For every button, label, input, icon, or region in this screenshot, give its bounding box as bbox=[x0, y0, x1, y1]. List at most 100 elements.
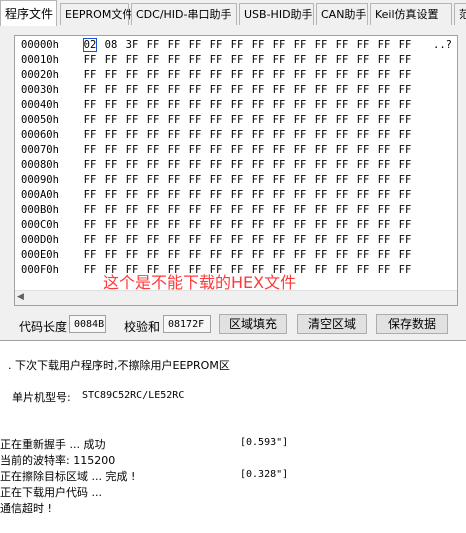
hex-byte[interactable]: FF bbox=[251, 83, 265, 98]
hex-byte[interactable]: FF bbox=[104, 158, 118, 173]
hex-byte[interactable]: FF bbox=[209, 128, 223, 143]
hex-byte[interactable]: FF bbox=[314, 143, 328, 158]
hex-byte[interactable]: FF bbox=[251, 158, 265, 173]
hex-byte[interactable]: FF bbox=[209, 158, 223, 173]
hex-byte[interactable]: FF bbox=[104, 113, 118, 128]
hex-byte[interactable]: FF bbox=[377, 233, 391, 248]
hex-byte[interactable]: FF bbox=[356, 68, 370, 83]
hex-byte[interactable]: FF bbox=[272, 173, 286, 188]
hex-byte[interactable]: FF bbox=[356, 203, 370, 218]
clear-area-button[interactable]: 清空区域 bbox=[297, 314, 367, 334]
hex-byte[interactable]: FF bbox=[83, 173, 97, 188]
hex-byte[interactable]: FF bbox=[125, 68, 139, 83]
hex-byte[interactable]: FF bbox=[125, 83, 139, 98]
hex-byte[interactable]: FF bbox=[104, 218, 118, 233]
hex-byte[interactable]: FF bbox=[356, 248, 370, 263]
hex-byte[interactable]: FF bbox=[188, 113, 202, 128]
hex-byte[interactable]: FF bbox=[272, 38, 286, 53]
hex-byte[interactable]: FF bbox=[188, 143, 202, 158]
hex-byte[interactable]: FF bbox=[104, 128, 118, 143]
hex-byte[interactable]: FF bbox=[209, 38, 223, 53]
hex-byte[interactable]: FF bbox=[335, 188, 349, 203]
hex-byte[interactable]: FF bbox=[398, 173, 412, 188]
hex-byte[interactable]: FF bbox=[293, 143, 307, 158]
hex-byte[interactable]: FF bbox=[314, 98, 328, 113]
hex-byte[interactable]: FF bbox=[83, 128, 97, 143]
hex-byte[interactable]: FF bbox=[335, 113, 349, 128]
hex-byte[interactable]: FF bbox=[398, 98, 412, 113]
hex-byte[interactable]: FF bbox=[314, 53, 328, 68]
hex-byte[interactable]: FF bbox=[272, 188, 286, 203]
hex-byte[interactable]: FF bbox=[356, 53, 370, 68]
hex-byte[interactable]: FF bbox=[272, 233, 286, 248]
hex-byte[interactable]: FF bbox=[230, 68, 244, 83]
hex-byte[interactable]: FF bbox=[167, 158, 181, 173]
hex-byte[interactable]: FF bbox=[377, 263, 391, 278]
hex-byte[interactable]: FF bbox=[335, 218, 349, 233]
hex-byte[interactable]: FF bbox=[167, 128, 181, 143]
hex-byte[interactable]: FF bbox=[314, 83, 328, 98]
hex-byte[interactable]: FF bbox=[377, 188, 391, 203]
hex-byte[interactable]: FF bbox=[188, 233, 202, 248]
fill-area-button[interactable]: 区域填充 bbox=[219, 314, 287, 334]
hex-byte[interactable]: FF bbox=[146, 248, 160, 263]
hex-byte[interactable]: FF bbox=[314, 203, 328, 218]
hex-byte[interactable]: FF bbox=[167, 38, 181, 53]
hex-byte[interactable]: FF bbox=[293, 248, 307, 263]
hex-byte[interactable]: FF bbox=[230, 113, 244, 128]
hex-byte[interactable]: FF bbox=[146, 173, 160, 188]
hex-byte[interactable]: FF bbox=[188, 128, 202, 143]
hex-byte[interactable]: FF bbox=[230, 83, 244, 98]
hex-byte[interactable]: FF bbox=[125, 128, 139, 143]
hex-byte[interactable]: FF bbox=[230, 158, 244, 173]
hex-ascii[interactable]: ..? bbox=[433, 38, 452, 53]
hex-byte[interactable]: FF bbox=[230, 173, 244, 188]
hex-byte[interactable]: FF bbox=[209, 53, 223, 68]
hex-byte[interactable]: FF bbox=[83, 68, 97, 83]
hex-byte[interactable]: FF bbox=[209, 143, 223, 158]
hex-byte[interactable]: FF bbox=[146, 68, 160, 83]
hex-byte[interactable]: FF bbox=[188, 53, 202, 68]
hex-byte[interactable]: FF bbox=[377, 203, 391, 218]
hex-byte[interactable]: FF bbox=[146, 53, 160, 68]
hex-byte[interactable]: FF bbox=[146, 38, 160, 53]
hex-byte[interactable]: 3F bbox=[125, 38, 139, 53]
hex-byte[interactable]: FF bbox=[293, 158, 307, 173]
hex-byte[interactable]: FF bbox=[167, 68, 181, 83]
hex-editor[interactable]: 00000h 02 08 3F FF FF FF FF FF FF FF FF FF FF FF FF FF..… bbox=[14, 35, 458, 306]
hex-byte[interactable]: FF bbox=[335, 263, 349, 278]
hex-byte[interactable]: FF bbox=[293, 173, 307, 188]
hex-byte[interactable]: FF bbox=[251, 98, 265, 113]
hex-byte[interactable]: FF bbox=[188, 248, 202, 263]
hex-byte[interactable]: FF bbox=[398, 68, 412, 83]
hex-byte[interactable]: FF bbox=[230, 38, 244, 53]
hex-byte[interactable]: FF bbox=[167, 143, 181, 158]
hex-byte[interactable]: FF bbox=[251, 248, 265, 263]
hex-byte[interactable]: FF bbox=[209, 218, 223, 233]
hex-byte[interactable]: FF bbox=[251, 203, 265, 218]
hex-byte[interactable]: FF bbox=[251, 68, 265, 83]
hex-byte[interactable]: FF bbox=[146, 233, 160, 248]
save-data-button[interactable]: 保存数据 bbox=[376, 314, 448, 334]
hex-byte[interactable]: FF bbox=[83, 113, 97, 128]
tab-usb-hid[interactable]: USB-HID助手 bbox=[239, 3, 314, 25]
hex-byte[interactable]: FF bbox=[314, 38, 328, 53]
hex-byte[interactable]: FF bbox=[272, 98, 286, 113]
hex-byte[interactable]: FF bbox=[398, 263, 412, 278]
hex-byte[interactable]: FF bbox=[146, 188, 160, 203]
hex-byte[interactable]: 02 bbox=[83, 38, 97, 52]
hex-byte[interactable]: FF bbox=[188, 203, 202, 218]
hex-byte[interactable]: FF bbox=[83, 233, 97, 248]
hex-byte[interactable]: FF bbox=[230, 218, 244, 233]
hex-byte[interactable]: FF bbox=[335, 53, 349, 68]
hex-byte[interactable]: FF bbox=[377, 158, 391, 173]
hex-byte[interactable]: FF bbox=[209, 113, 223, 128]
hex-byte[interactable]: FF bbox=[167, 248, 181, 263]
hex-byte[interactable]: FF bbox=[209, 68, 223, 83]
hex-byte[interactable]: FF bbox=[125, 173, 139, 188]
hex-byte[interactable]: FF bbox=[230, 203, 244, 218]
hex-byte[interactable]: FF bbox=[293, 218, 307, 233]
hex-byte[interactable]: FF bbox=[146, 113, 160, 128]
tab-can[interactable]: CAN助手 bbox=[316, 3, 368, 25]
hex-byte[interactable]: FF bbox=[125, 113, 139, 128]
